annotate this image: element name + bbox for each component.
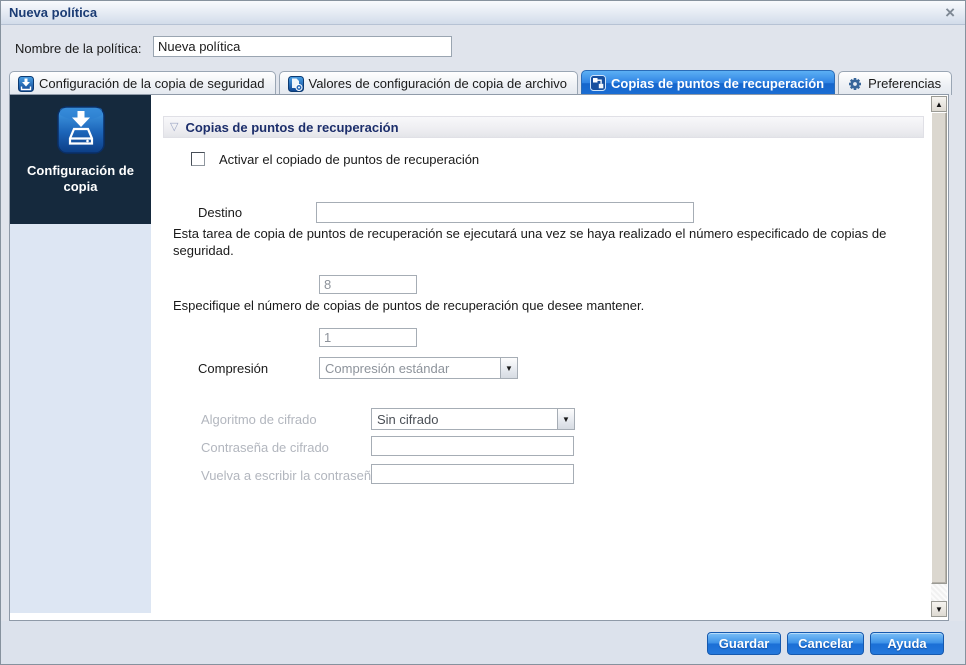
destination-label: Destino <box>198 205 243 220</box>
confirm-password-input[interactable] <box>371 464 574 484</box>
policy-name-input[interactable] <box>153 36 452 57</box>
tab-label: Configuración de la copia de seguridad <box>39 76 265 91</box>
backup-count-input[interactable] <box>319 275 417 294</box>
scrollbar-thumb[interactable] <box>931 112 947 584</box>
tab-label: Copias de puntos de recuperación <box>610 75 825 91</box>
tab-preferences[interactable]: Preferencias <box>838 71 953 95</box>
close-icon[interactable]: × <box>945 2 955 24</box>
enable-recovery-point-copy-checkbox[interactable] <box>191 152 205 166</box>
sidebar: Configuración de copia <box>10 95 151 613</box>
destination-input[interactable] <box>316 202 694 223</box>
chevron-down-icon[interactable]: ▼ <box>557 409 574 429</box>
collapse-triangle-icon[interactable]: ▽ <box>170 121 178 133</box>
confirm-password-label: Vuelva a escribir la contraseña <box>201 468 379 483</box>
tab-file-copy-settings[interactable]: Valores de configuración de copia de arc… <box>278 71 578 95</box>
scroll-up-icon[interactable]: ▲ <box>931 96 947 112</box>
backup-config-icon <box>18 75 34 92</box>
encryption-algorithm-label: Algoritmo de cifrado <box>201 412 317 427</box>
file-copy-settings-icon <box>287 75 304 92</box>
help-button[interactable]: Ayuda <box>870 631 944 655</box>
compression-label: Compresión <box>198 361 269 376</box>
new-policy-dialog: Nueva política × Nombre de la política: … <box>0 0 966 665</box>
compression-value: Compresión estándar <box>325 360 450 376</box>
encryption-password-label: Contraseña de cifrado <box>201 440 329 455</box>
encryption-algorithm-value: Sin cifrado <box>377 411 439 427</box>
enable-recovery-point-copy-label: Activar el copiado de puntos de recupera… <box>219 152 480 167</box>
tab-recovery-point-copies[interactable]: Copias de puntos de recuperación <box>580 70 836 95</box>
title-bar: Nueva política × <box>1 1 965 25</box>
encryption-algorithm-select[interactable]: Sin cifrado ▼ <box>371 408 575 430</box>
retain-count-input[interactable] <box>319 328 417 347</box>
scroll-down-icon[interactable]: ▼ <box>931 601 947 617</box>
vertical-scrollbar[interactable]: ▲ ▼ <box>931 96 947 617</box>
backup-destination-icon <box>56 106 105 157</box>
encryption-password-input[interactable] <box>371 436 574 456</box>
retain-text: Especifique el número de copias de punto… <box>173 298 645 313</box>
policy-name-label: Nombre de la política: <box>15 41 142 56</box>
content-panel: Configuración de copia ▽ Copias de punto… <box>9 94 949 621</box>
chevron-down-icon[interactable]: ▼ <box>500 358 517 378</box>
tab-label: Preferencias <box>868 76 942 91</box>
tab-bar: Configuración de la copia de seguridad V… <box>9 70 953 95</box>
compression-select[interactable]: Compresión estándar ▼ <box>319 357 518 379</box>
section-title: Copias de puntos de recuperación <box>185 119 399 135</box>
cancel-button[interactable]: Cancelar <box>787 631 864 655</box>
preferences-gear-icon <box>847 76 863 92</box>
recovery-point-copies-icon <box>589 75 606 91</box>
section-header-recovery-point-copies[interactable]: ▽ Copias de puntos de recuperación <box>163 116 924 138</box>
tab-backup-config[interactable]: Configuración de la copia de seguridad <box>9 71 276 95</box>
save-button[interactable]: Guardar <box>707 631 782 655</box>
footer-button-bar: Guardar Cancelar Ayuda <box>1 621 965 664</box>
dialog-title: Nueva política <box>9 5 98 20</box>
sidebar-item-copy-settings[interactable]: Configuración de copia <box>10 95 151 224</box>
run-after-text: Esta tarea de copia de puntos de recuper… <box>173 226 887 258</box>
sidebar-item-label: Configuración de copia <box>27 163 134 194</box>
tab-label: Valores de configuración de copia de arc… <box>308 76 567 91</box>
